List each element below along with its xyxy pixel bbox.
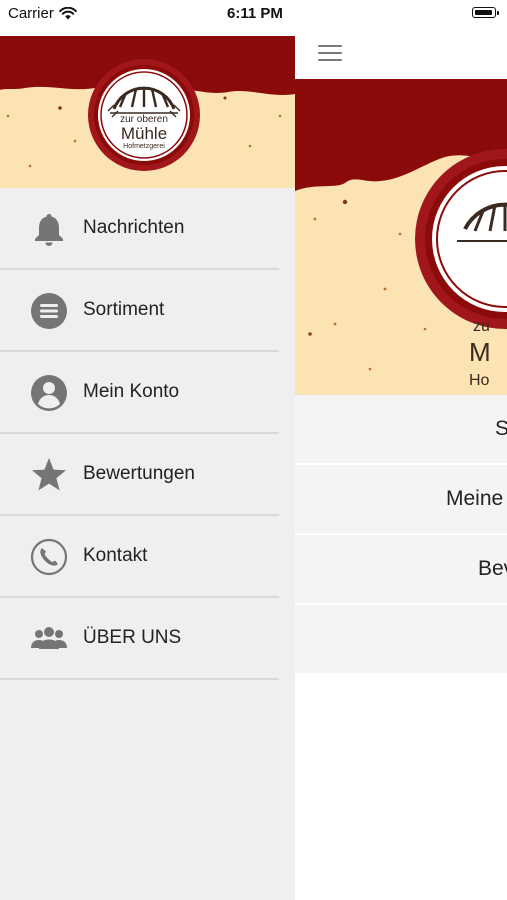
menu-item-label: Bewertungen <box>83 463 195 484</box>
main-banner-art: zu M Ho <box>295 79 507 389</box>
menu-item-ueber-uns[interactable]: ÜBER UNS <box>0 598 279 680</box>
main-list-item-label: S <box>495 417 507 441</box>
status-bar: Carrier 6:11 PM <box>0 0 507 28</box>
main-banner: zu M Ho <box>295 79 507 395</box>
svg-text:zu: zu <box>473 318 490 335</box>
logo-line3: Hofmetzgerei <box>123 143 165 150</box>
menu-item-label: Mein Konto <box>83 381 180 402</box>
phone-icon <box>30 538 68 576</box>
clock: 6:11 PM <box>227 5 283 22</box>
main-list-item[interactable] <box>295 605 507 675</box>
main-top-bar <box>295 28 507 79</box>
carrier-info: Carrier <box>8 5 77 22</box>
main-content: zu M Ho S Meine Bev <box>295 0 507 900</box>
main-list-item[interactable]: S <box>295 395 507 465</box>
star-icon <box>32 458 66 491</box>
menu-item-kontakt[interactable]: Kontakt <box>0 516 279 598</box>
menu-item-mein-konto[interactable]: Mein Konto <box>0 352 279 434</box>
svg-text:M: M <box>469 337 491 367</box>
menu-item-label: Kontakt <box>83 545 148 566</box>
logo-line2: Mühle <box>120 124 168 143</box>
bell-icon <box>35 214 63 246</box>
main-list: S Meine Bev <box>295 395 507 675</box>
side-drawer: zur oberen Mühle Hofmetzgerei Nachrichte… <box>0 36 295 900</box>
menu-item-nachrichten[interactable]: Nachrichten <box>0 188 279 270</box>
menu-item-label: ÜBER UNS <box>83 627 182 648</box>
menu-toggle-icon[interactable] <box>318 45 342 62</box>
main-list-item-label: Meine <box>446 487 504 510</box>
main-list-item-label: Bev <box>478 557 507 580</box>
group-icon <box>31 627 67 649</box>
battery-icon <box>472 7 499 18</box>
carrier-label: Carrier <box>8 5 54 22</box>
list-icon <box>31 293 67 329</box>
menu-item-label: Nachrichten <box>83 217 185 238</box>
menu-item-bewertungen[interactable]: Bewertungen <box>0 434 279 516</box>
drawer-header: zur oberen Mühle Hofmetzgerei <box>0 36 295 188</box>
wifi-icon <box>59 7 77 20</box>
drawer-menu: Nachrichten Sortiment Mein Konto Bewertu… <box>0 188 295 680</box>
account-icon <box>31 375 67 411</box>
svg-text:Ho: Ho <box>469 372 490 389</box>
logo-text: zur oberen Mühle Hofmetzgerei <box>108 114 180 151</box>
menu-item-sortiment[interactable]: Sortiment <box>0 270 279 352</box>
drawer-header-art <box>0 36 295 171</box>
menu-item-label: Sortiment <box>83 299 165 320</box>
main-list-item[interactable]: Meine <box>295 465 507 535</box>
main-list-item[interactable]: Bev <box>295 535 507 605</box>
